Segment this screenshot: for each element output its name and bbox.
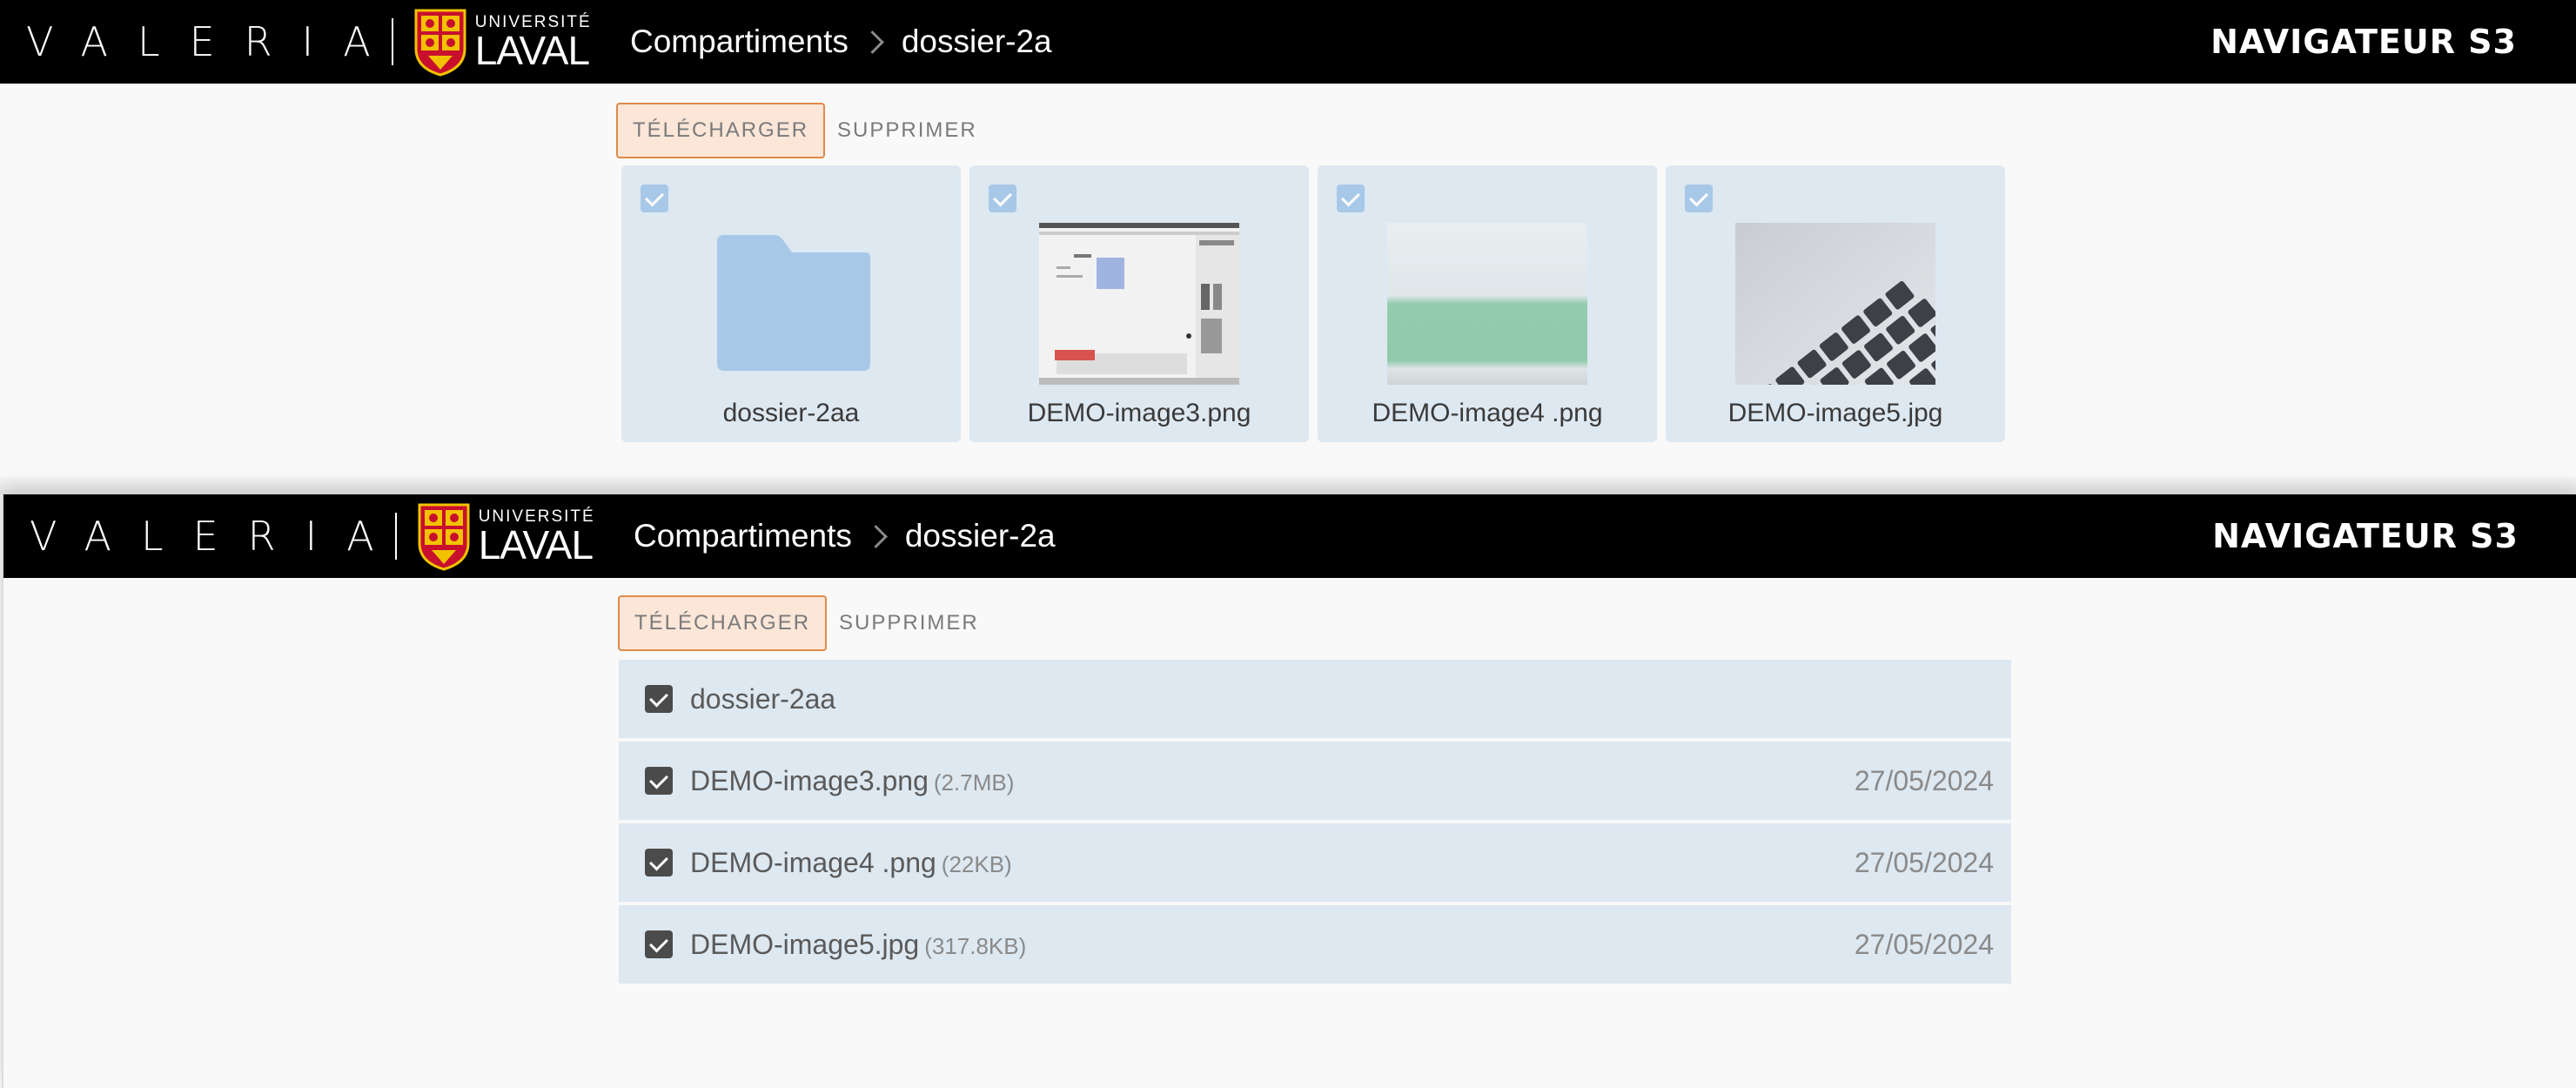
file-name: DEMO-image3.png [690,764,929,796]
laval-label: LAVAL [478,521,594,568]
list-item-name: dossier-2aa [690,683,835,715]
checkbox-checked[interactable] [645,685,673,713]
brand[interactable]: VALERIA UNIVERSITÉ LAVAL [30,494,595,578]
download-button[interactable]: TÉLÉCHARGER [616,103,826,158]
laval-crest-icon [414,9,466,77]
breadcrumb-current-folder: dossier-2a [901,24,1052,59]
checkbox-checked[interactable] [1337,185,1365,212]
file-name: dossier-2aa [690,682,836,715]
laval-crest-icon [418,503,470,571]
grid-item-name: DEMO-image5.jpg [1727,399,1943,427]
grid-item-name: DEMO-image4 .png [1372,399,1603,427]
list-item-file[interactable]: DEMO-image3.png (2.7MB) 27/05/2024 [619,742,2011,820]
grid-view-panel: VALERIA UNIVERSITÉ LAVAL Compartiments d… [0,0,2576,477]
breadcrumb-compartiments[interactable]: Compartiments [630,24,849,60]
file-grid: dossier-2aa DEMO-image3.png DEMO-image4 … [621,165,2005,442]
file-date: 27/05/2024 [1854,928,1994,960]
laval-label: LAVAL [474,27,590,73]
brand[interactable]: VALERIA UNIVERSITÉ LAVAL [26,0,592,84]
checkbox-checked[interactable] [1685,185,1713,212]
chevron-right-icon [860,30,884,54]
file-name: DEMO-image4 .png [690,846,936,878]
green-band-thumbnail-icon [1387,223,1587,385]
grid-item-name: DEMO-image3.png [1027,399,1251,427]
download-button[interactable]: TÉLÉCHARGER [618,595,828,651]
valeria-logo: VALERIA [30,513,404,560]
file-date: 27/05/2024 [1854,846,1994,878]
laval-logo-text: UNIVERSITÉ LAVAL [475,14,592,71]
list-view-panel: VALERIA UNIVERSITÉ LAVAL Compartiments d… [2,494,2576,1088]
list-item-name: DEMO-image3.png (2.7MB) [690,765,1014,797]
action-toolbar: TÉLÉCHARGER SUPPRIMER [616,103,989,158]
grid-item-image[interactable]: DEMO-image4 .png [1318,165,1657,442]
action-toolbar: TÉLÉCHARGER SUPPRIMER [618,595,991,651]
delete-button[interactable]: SUPPRIMER [825,103,989,158]
list-item-folder[interactable]: dossier-2aa [619,660,2011,738]
folder-icon [717,235,870,371]
breadcrumb: Compartiments dossier-2a [630,0,1052,84]
delete-button[interactable]: SUPPRIMER [827,595,991,651]
laval-logo-text: UNIVERSITÉ LAVAL [479,508,595,565]
grid-item-folder[interactable]: dossier-2aa [621,165,961,442]
list-item-name: DEMO-image4 .png (22KB) [690,847,1012,879]
checkbox-checked[interactable] [645,767,673,795]
file-name: DEMO-image5.jpg [690,928,920,960]
grid-item-image[interactable]: DEMO-image5.jpg [1666,165,2005,442]
list-item-name: DEMO-image5.jpg (317.8KB) [690,929,1026,961]
top-header: VALERIA UNIVERSITÉ LAVAL Compartiments d… [0,0,2576,84]
breadcrumb-compartiments[interactable]: Compartiments [634,518,852,554]
breadcrumb: Compartiments dossier-2a [634,494,1056,578]
checkbox-checked[interactable] [645,849,673,876]
file-size: (22KB) [941,850,1012,877]
app-title: NAVIGATEUR S3 [2212,517,2519,555]
checkbox-checked[interactable] [989,185,1016,212]
brand-divider [391,18,393,65]
chevron-right-icon [863,524,888,548]
panel-gap [0,477,2576,494]
screenshot-thumbnail-icon [1039,223,1239,385]
breadcrumb-current-folder: dossier-2a [904,518,1056,554]
brand-divider [394,513,397,560]
file-size: (317.8KB) [924,932,1027,959]
grid-item-name: dossier-2aa [722,399,860,427]
checkbox-checked[interactable] [645,930,673,958]
top-header: VALERIA UNIVERSITÉ LAVAL Compartiments d… [3,494,2576,578]
checkbox-checked[interactable] [641,185,668,212]
list-item-file[interactable]: DEMO-image4 .png (22KB) 27/05/2024 [619,823,2011,902]
app-title: NAVIGATEUR S3 [2210,23,2517,61]
grid-item-image[interactable]: DEMO-image3.png [969,165,1309,442]
valeria-logo: VALERIA [26,18,400,65]
list-item-file[interactable]: DEMO-image5.jpg (317.8KB) 27/05/2024 [619,905,2011,984]
file-size: (2.7MB) [933,769,1015,796]
file-list: dossier-2aa DEMO-image3.png (2.7MB) 27/05… [619,660,2011,987]
keyboard-photo-thumbnail-icon [1735,223,1935,385]
file-date: 27/05/2024 [1854,764,1994,796]
